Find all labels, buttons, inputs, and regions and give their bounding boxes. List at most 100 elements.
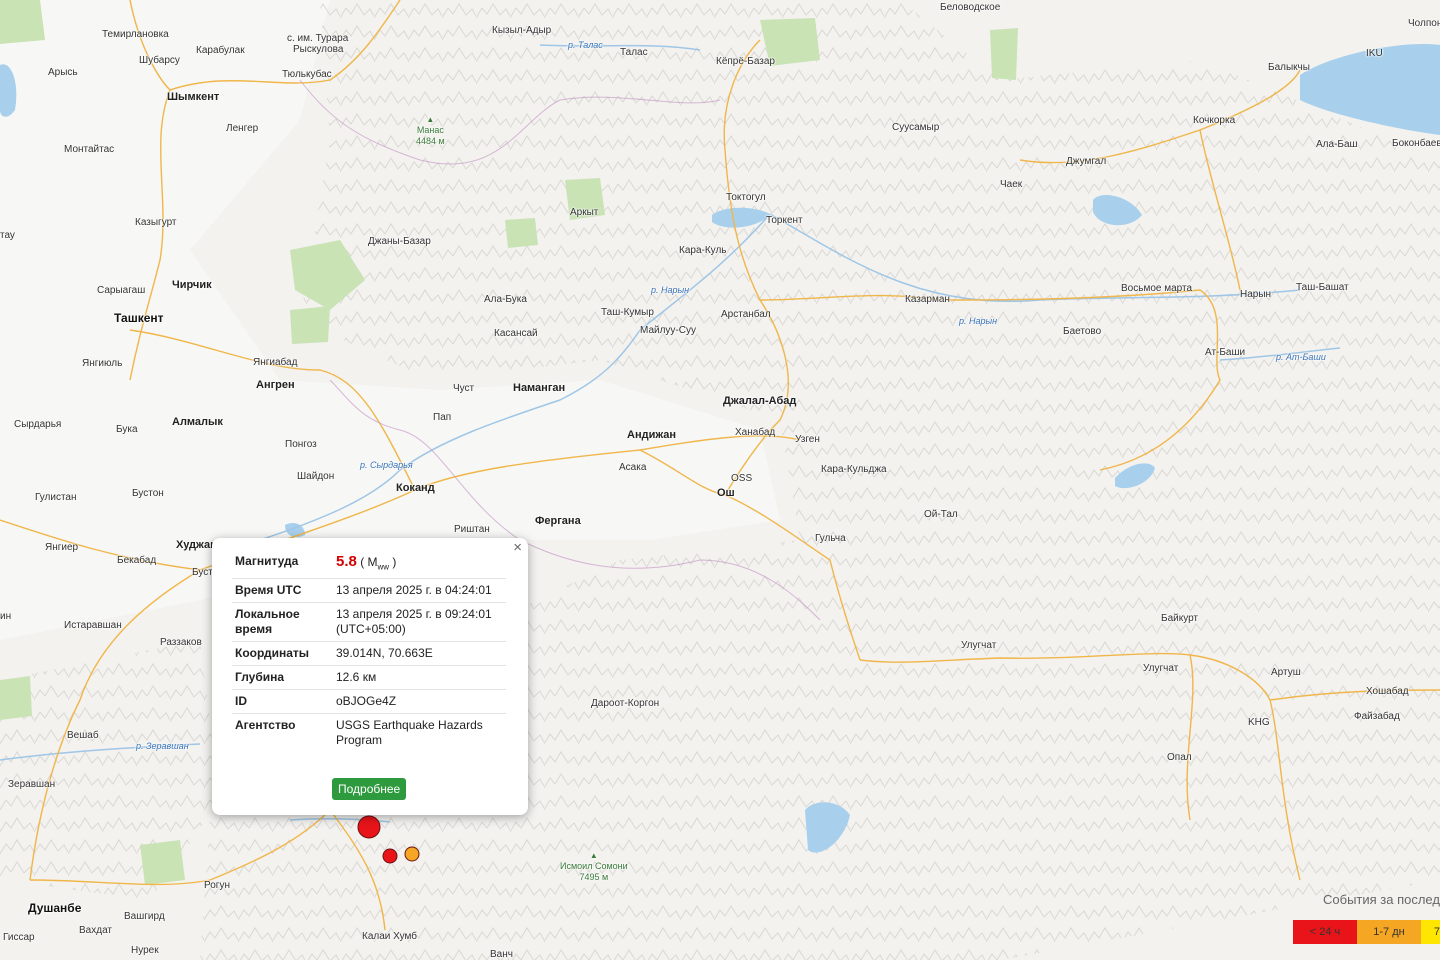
magnitude-unit-open: ( M: [360, 555, 378, 569]
city-label: Кёпрё-Базар: [716, 56, 775, 67]
city-label: Фергана: [535, 515, 581, 527]
depth-value: 12.6 км: [336, 665, 506, 691]
river-label: р. Талас: [568, 40, 603, 50]
city-label: Чаек: [1000, 179, 1023, 190]
city-label: тау: [0, 230, 15, 241]
city-label: Кара-Куль: [679, 245, 727, 256]
legend[interactable]: < 24 ч 1-7 дн 7: [1293, 920, 1440, 944]
city-label: Шубарсу: [139, 55, 180, 66]
earthquake-marker[interactable]: [382, 848, 398, 864]
city-label: Казарман: [905, 294, 950, 305]
city-label: IKU: [1366, 48, 1383, 59]
city-label: Гульча: [815, 533, 846, 544]
city-label: Алмалык: [172, 416, 223, 428]
city-label: Артуш: [1271, 667, 1301, 678]
legend-title: События за послед: [1323, 892, 1440, 907]
city-label: Душанбе: [28, 901, 82, 915]
city-label: Ташкент: [114, 311, 164, 325]
city-label: Янгиер: [45, 542, 79, 553]
depth-label: Глубина: [232, 665, 336, 691]
details-button[interactable]: Подробнее: [332, 778, 407, 800]
map-canvas[interactable]: [0, 0, 1440, 960]
city-label: Асака: [619, 462, 647, 473]
city-label: Джаны-Базар: [368, 236, 431, 247]
city-label: Риштан: [454, 524, 490, 535]
mountain-icon: ▲: [589, 851, 598, 860]
city-label: Монтайтас: [64, 144, 115, 155]
city-label: Улугчат: [961, 640, 997, 651]
row-local-time: Локальное время 13 апреля 2025 г. в 09:2…: [232, 602, 506, 643]
city-label: Калаи Хумб: [362, 931, 417, 942]
earthquake-marker-selected[interactable]: [357, 815, 381, 839]
agency-label: Агентство: [235, 718, 296, 733]
city-label: Арстанбал: [721, 309, 771, 320]
id-value: oBJOGe4Z: [336, 689, 506, 715]
city-label: Ала-Бука: [484, 294, 527, 305]
city-label: Андижан: [627, 429, 677, 441]
magnitude-unit-close: ): [389, 555, 397, 569]
city-label: Джалал-Абад: [723, 395, 797, 407]
city-label: Байкурт: [1161, 613, 1199, 624]
forest-area: [140, 840, 185, 885]
city-label: Сырдарья: [14, 419, 62, 430]
city-label: Баетово: [1063, 326, 1102, 337]
city-label: Токтогул: [726, 192, 766, 203]
earthquake-popup[interactable]: × Магнитуда 5.8 ( Mww ) Время UTC 13 апр…: [212, 538, 528, 815]
coordinates-label: Координаты: [232, 641, 336, 667]
city-label: Восьмое марта: [1121, 283, 1193, 294]
earthquake-marker[interactable]: [404, 846, 420, 862]
city-label: Ала-Баш: [1316, 139, 1358, 150]
city-label: Гиссар: [3, 932, 35, 943]
city-label: Ош: [717, 487, 735, 499]
legend-item-24h[interactable]: < 24 ч: [1293, 920, 1357, 944]
peak-label: ▲ Манас 4484 м: [416, 114, 445, 147]
city-label: Рыскулова: [293, 44, 344, 55]
city-label: Боконбаев: [1392, 138, 1440, 149]
id-label: ID: [232, 689, 336, 715]
river-label: р. Зеравшан: [136, 741, 189, 751]
city-label: Янгиабад: [253, 357, 298, 368]
city-label: Карабулак: [196, 45, 245, 56]
city-label: Ой-Тал: [924, 509, 958, 520]
city-label: Ленгер: [226, 123, 259, 134]
legend-item-1-7d[interactable]: 1-7 дн: [1357, 920, 1421, 944]
time-utc-value: 13 апреля 2025 г. в 04:24:01: [336, 578, 506, 604]
city-label: Чуст: [453, 383, 475, 394]
city-label: Кочкорка: [1193, 115, 1236, 126]
row-time-utc: Время UTC 13 апреля 2025 г. в 04:24:01: [232, 578, 506, 604]
magnitude-label: Магнитуда: [232, 550, 336, 580]
city-label: Вашгирд: [124, 911, 165, 922]
river-label: р. Сырдарья: [360, 460, 413, 470]
city-label: Таш-Кумыр: [601, 307, 654, 318]
city-label: Шайдон: [297, 471, 335, 482]
legend-item-7d-plus[interactable]: 7: [1421, 920, 1440, 944]
magnitude-value-cell: 5.8 ( Mww ): [336, 550, 506, 580]
city-label: Чирчик: [172, 279, 212, 291]
city-label: Янгиюль: [82, 358, 123, 369]
city-label: Кызыл-Адыр: [492, 25, 552, 36]
forest-area: [0, 0, 45, 44]
city-label: Ангрен: [256, 379, 295, 391]
row-agency: Агентство USGS Earthquake Hazards Progra…: [232, 714, 506, 753]
close-icon[interactable]: ×: [513, 540, 522, 556]
peak-height: 7495 м: [579, 872, 609, 882]
city-label: Шымкент: [167, 91, 220, 103]
agency-value: USGS Earthquake Hazards Program: [336, 718, 483, 748]
city-label: Истаравшан: [64, 620, 122, 631]
city-label: Файзабад: [1354, 711, 1400, 722]
city-label: OSS: [731, 473, 753, 484]
magnitude-unit-sub: ww: [377, 562, 390, 572]
row-magnitude: Магнитуда 5.8 ( Mww ): [232, 550, 506, 580]
city-label: Таш-Башат: [1296, 282, 1349, 293]
city-label: Нарын: [1240, 289, 1272, 300]
city-label: Рогун: [204, 880, 230, 891]
river-label: р. Ат-Баши: [1276, 352, 1326, 362]
city-label: Улугчат: [1143, 663, 1179, 674]
city-label: Бустон: [132, 488, 164, 499]
peak-name: Манас: [416, 125, 444, 135]
city-label: Бекабад: [117, 555, 157, 566]
city-label: Опал: [1167, 752, 1192, 763]
city-label: Касансай: [494, 328, 538, 339]
peak-height: 4484 м: [416, 136, 445, 146]
city-label: Зеравшан: [8, 779, 56, 790]
